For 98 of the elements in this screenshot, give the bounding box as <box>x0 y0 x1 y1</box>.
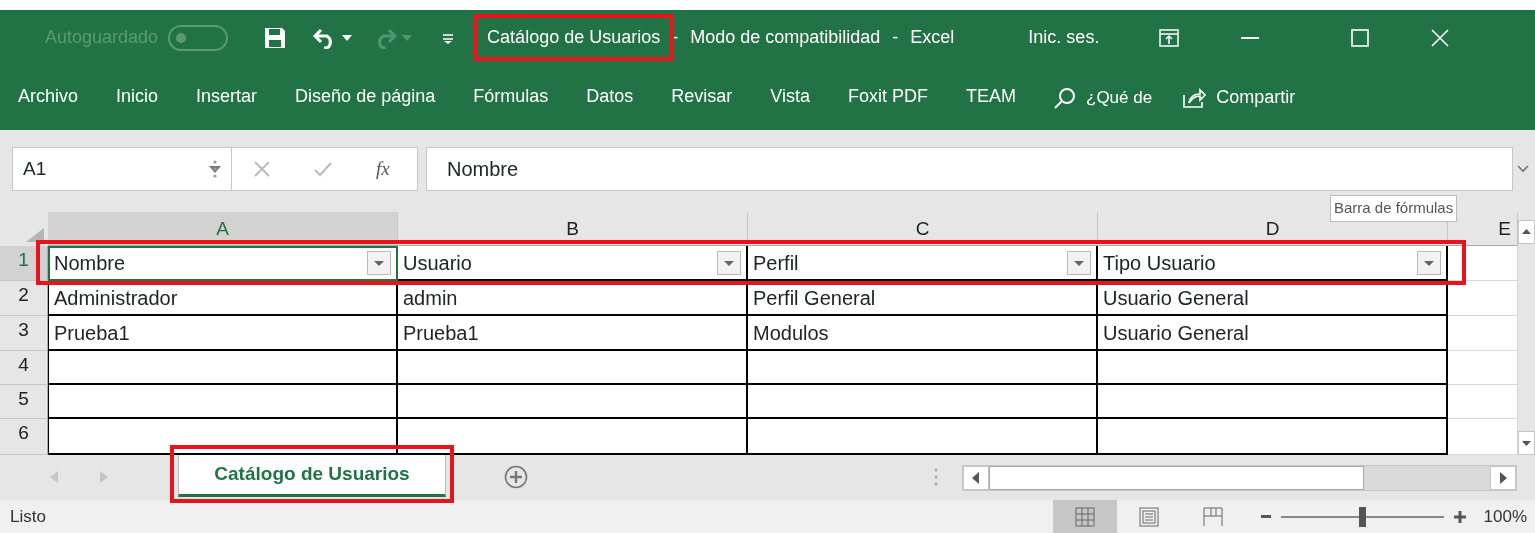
scroll-up-icon[interactable] <box>1518 220 1535 244</box>
row-header[interactable]: 4 <box>0 351 48 385</box>
horizontal-scrollbar[interactable] <box>962 465 1517 491</box>
table-cell[interactable]: Usuario General <box>1098 316 1448 351</box>
ribbon-tab[interactable]: Insertar <box>196 80 258 115</box>
title-separator: - <box>672 26 679 49</box>
table-cell[interactable] <box>398 385 748 419</box>
autosave-label: Autoguardado <box>45 26 159 49</box>
ribbon-display-icon[interactable] <box>1159 28 1180 47</box>
cell-text: Usuario <box>403 250 472 276</box>
table-cell[interactable] <box>1098 385 1448 419</box>
page-layout-icon <box>1138 506 1159 527</box>
table-cell[interactable]: Prueba1 <box>398 316 748 351</box>
table-cell[interactable] <box>748 419 1098 455</box>
cell-text: Prueba1 <box>54 320 130 346</box>
customize-toolbar-icon[interactable] <box>442 31 455 44</box>
cell-text: Modulos <box>753 320 829 346</box>
share-icon[interactable] <box>1182 86 1207 109</box>
maximize-icon[interactable] <box>1351 28 1370 47</box>
ribbon-tab[interactable]: TEAM <box>966 80 1016 115</box>
normal-view-icon <box>1074 506 1095 527</box>
sheet-tab[interactable]: Catálogo de Usuarios <box>178 455 446 497</box>
filter-dropdown-button[interactable] <box>367 250 391 275</box>
enter-check-icon[interactable] <box>314 161 332 177</box>
cell-text: Usuario General <box>1103 320 1249 346</box>
status-text: Listo <box>10 505 46 528</box>
zoom-in-icon[interactable] <box>1453 510 1466 523</box>
title-separator: - <box>892 26 899 49</box>
page-break-preview-icon <box>1202 506 1223 527</box>
formula-input[interactable]: Nombre <box>426 147 1513 191</box>
table-cell[interactable] <box>1098 419 1448 455</box>
table-cell[interactable] <box>48 385 398 419</box>
column-header[interactable]: E <box>1448 212 1518 246</box>
cell-text: Perfil General <box>753 285 876 311</box>
row-header[interactable]: 5 <box>0 385 48 419</box>
close-icon[interactable] <box>1431 28 1450 47</box>
table-cell[interactable]: Modulos <box>748 316 1098 351</box>
tooltip: Barra de fórmulas <box>1330 195 1458 222</box>
cell-text: Perfil <box>753 250 799 276</box>
ribbon-tab[interactable]: Archivo <box>18 80 79 115</box>
row-header[interactable]: 1 <box>0 246 48 281</box>
cell-text: admin <box>403 285 458 311</box>
filter-dropdown-button[interactable] <box>1067 250 1091 275</box>
share-button[interactable]: Compartir <box>1216 84 1296 111</box>
table-cell[interactable]: Usuario <box>398 246 748 281</box>
name-box-value: A1 <box>23 156 47 181</box>
ribbon-tab[interactable]: Fórmulas <box>473 80 549 115</box>
zoom-slider-thumb[interactable] <box>1359 506 1366 527</box>
table-cell[interactable]: Tipo Usuario <box>1098 246 1448 281</box>
ribbon-tab[interactable]: Datos <box>586 80 634 115</box>
minimize-icon[interactable] <box>1241 36 1260 39</box>
table-cell[interactable] <box>1098 351 1448 385</box>
ribbon-tab[interactable]: Revisar <box>671 80 733 115</box>
window-title: Catálogo de Usuarios <box>487 26 661 49</box>
search-icon[interactable] <box>1054 86 1076 109</box>
dropdown-caret-icon[interactable] <box>209 165 221 173</box>
ribbon-tab[interactable]: Inicio <box>116 80 159 115</box>
cell-text: Administrador <box>54 285 178 311</box>
scroll-down-icon[interactable] <box>1518 431 1535 455</box>
insert-function-button[interactable]: fx <box>376 154 390 184</box>
grip-icon <box>213 159 217 179</box>
expand-chevron-icon[interactable] <box>1517 165 1529 173</box>
ribbon-tab[interactable]: Foxit PDF <box>847 80 928 115</box>
cell-text: Usuario General <box>1103 285 1249 311</box>
filter-dropdown-button[interactable] <box>1417 250 1441 275</box>
cell-text: Tipo Usuario <box>1103 250 1216 276</box>
table-cell[interactable] <box>748 351 1098 385</box>
table-cell[interactable]: Prueba1 <box>48 316 398 351</box>
name-box[interactable]: A1 <box>12 147 232 191</box>
ribbon-tab[interactable]: Vista <box>770 80 810 115</box>
window-title: Excel <box>910 26 955 49</box>
table-cell[interactable] <box>398 419 748 455</box>
table-cell[interactable] <box>748 385 1098 419</box>
ribbon-tab[interactable]: Diseño de página <box>295 80 436 115</box>
filter-dropdown-button[interactable] <box>717 250 741 275</box>
save-icon[interactable] <box>263 25 288 50</box>
table-cell[interactable] <box>48 351 398 385</box>
table-cell[interactable] <box>398 351 748 385</box>
scroll-right-icon[interactable] <box>1490 466 1516 490</box>
autosave-toggle[interactable] <box>168 24 229 51</box>
add-sheet-icon[interactable] <box>504 465 528 489</box>
row-header[interactable]: 6 <box>0 419 48 455</box>
table-cell[interactable] <box>48 419 398 455</box>
scrollbar-thumb[interactable] <box>989 466 1364 490</box>
tell-me-field[interactable]: ¿Qué de <box>1086 84 1153 111</box>
row-header[interactable]: 3 <box>0 316 48 351</box>
table-cell[interactable]: Nombre <box>48 246 398 281</box>
cell-text: Nombre <box>54 250 126 276</box>
zoom-level[interactable]: 100% <box>1483 503 1527 530</box>
window-title: Modo de compatibilidad <box>690 26 881 49</box>
caret-icon[interactable] <box>342 34 353 41</box>
scroll-left-icon[interactable] <box>963 466 989 490</box>
table-cell[interactable]: Perfil <box>748 246 1098 281</box>
sign-in-link[interactable]: Inic. ses. <box>1028 24 1100 51</box>
formula-value: Nombre <box>447 157 519 182</box>
zoom-out-icon[interactable] <box>1260 515 1271 518</box>
cell-text: Prueba1 <box>403 320 479 346</box>
split-handle-icon[interactable] <box>934 467 938 487</box>
